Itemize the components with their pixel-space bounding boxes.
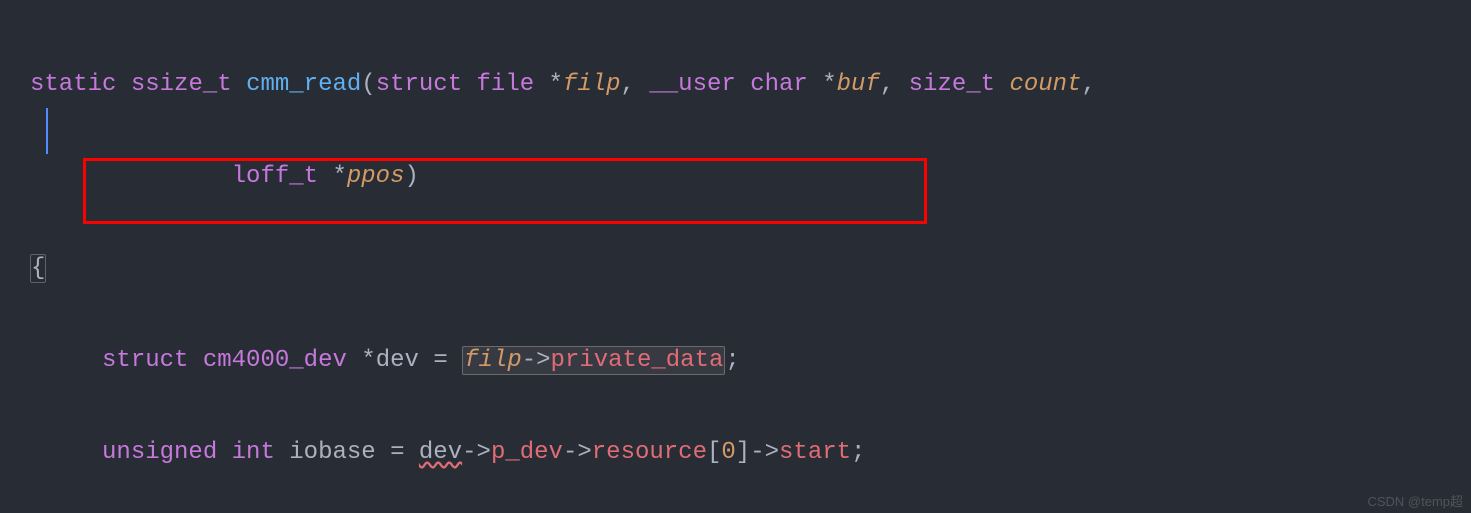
cursor xyxy=(46,108,48,154)
prop-resource: resource xyxy=(592,439,707,466)
semi: ; xyxy=(851,439,865,466)
kw-static: static xyxy=(30,71,116,98)
code-line-2: loff_t *ppos) xyxy=(30,154,1471,200)
param-count: count xyxy=(1009,71,1081,98)
code-line-5: unsigned int iobase = dev->p_dev->resour… xyxy=(30,430,1471,476)
ident-dev: dev xyxy=(376,347,419,374)
kw-char: char xyxy=(750,71,808,98)
arrow: -> xyxy=(563,439,592,466)
arrow: -> xyxy=(462,439,491,466)
prop-private_data: private_data xyxy=(551,347,724,374)
eq: = xyxy=(433,347,447,374)
type-ssize_t: ssize_t xyxy=(131,71,232,98)
prop-p_dev: p_dev xyxy=(491,439,563,466)
comma: , xyxy=(880,71,894,98)
star: * xyxy=(549,71,563,98)
star: * xyxy=(361,347,375,374)
kw-unsigned: unsigned xyxy=(102,439,217,466)
ident-dev-error: dev xyxy=(419,439,462,466)
open-brace: { xyxy=(30,254,46,283)
kw-struct: struct xyxy=(376,71,462,98)
arrow: -> xyxy=(750,439,779,466)
open-paren: ( xyxy=(361,71,375,98)
param-filp: filp xyxy=(563,71,621,98)
type-loff_t: loff_t xyxy=(232,163,318,190)
type-cm4000_dev: cm4000_dev xyxy=(203,347,347,374)
type-file: file xyxy=(477,71,535,98)
selection-highlight: filp->private_data xyxy=(462,346,725,375)
arrow: -> xyxy=(522,347,551,374)
semi: ; xyxy=(725,347,739,374)
code-line-1: static ssize_t cmm_read(struct file *fil… xyxy=(30,62,1471,108)
comma: , xyxy=(621,71,635,98)
eq: = xyxy=(390,439,404,466)
star: * xyxy=(332,163,346,190)
kw-struct: struct xyxy=(102,347,188,374)
ident-filp: filp xyxy=(464,347,522,374)
kw-user: __user xyxy=(649,71,735,98)
param-buf: buf xyxy=(837,71,880,98)
num-zero: 0 xyxy=(721,439,735,466)
kw-int: int xyxy=(232,439,275,466)
ident-iobase: iobase xyxy=(289,439,375,466)
star: * xyxy=(822,71,836,98)
type-size_t: size_t xyxy=(909,71,995,98)
param-ppos: ppos xyxy=(347,163,405,190)
close-paren: ) xyxy=(404,163,418,190)
comma: , xyxy=(1081,71,1095,98)
code-editor[interactable]: static ssize_t cmm_read(struct file *fil… xyxy=(0,0,1471,513)
code-line-3: { xyxy=(30,246,1471,292)
prop-start: start xyxy=(779,439,851,466)
open-bracket: [ xyxy=(707,439,721,466)
fn-name: cmm_read xyxy=(246,71,361,98)
code-line-4: struct cm4000_dev *dev = filp->private_d… xyxy=(30,338,1471,384)
close-bracket: ] xyxy=(736,439,750,466)
